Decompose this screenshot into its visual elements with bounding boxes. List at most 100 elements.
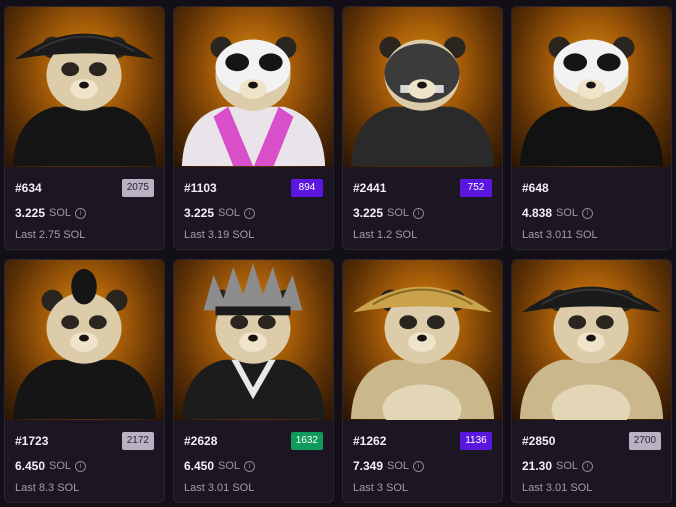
price-value: 21.30 xyxy=(522,459,553,473)
rarity-badge: 1632 xyxy=(290,432,323,450)
mask-spot xyxy=(258,53,283,72)
mask-spot xyxy=(563,53,588,72)
price-value: 3.225 xyxy=(15,206,46,220)
eye-patch-left xyxy=(61,315,80,330)
price-currency: SOL xyxy=(218,207,241,219)
info-icon[interactable]: i xyxy=(413,207,425,219)
info-icon[interactable]: i xyxy=(413,460,425,472)
nft-card[interactable]: #1723 2172 6.450 SOL i Last 8.3 SOL xyxy=(4,259,165,503)
price-currency: SOL xyxy=(49,207,72,219)
price-value: 3.225 xyxy=(353,206,384,220)
nft-card[interactable]: #634 2075 3.225 SOL i Last 2.75 SOL xyxy=(4,6,165,250)
nose-shape xyxy=(248,334,258,342)
nft-card[interactable]: #648 4.838 SOL i Last 3.011 SOL xyxy=(511,6,672,250)
nft-image[interactable] xyxy=(512,7,671,167)
nft-id: #2441 xyxy=(353,181,387,195)
last-sale: Last 3.01 SOL xyxy=(184,482,255,494)
nft-card[interactable]: #2850 2700 21.30 SOL i Last 3.01 SOL xyxy=(511,259,672,503)
eye-patch-left xyxy=(230,315,249,330)
eye-patch-left xyxy=(61,62,80,77)
price-row: 3.225 SOL i xyxy=(184,206,256,220)
price-value: 6.450 xyxy=(15,459,46,473)
nft-card[interactable]: #1103 894 3.225 SOL i Last 3.19 SOL xyxy=(173,6,334,250)
price-row: 7.349 SOL i xyxy=(353,459,425,473)
price-currency: SOL xyxy=(49,460,72,472)
outfit-shape xyxy=(12,359,157,420)
info-icon[interactable]: i xyxy=(244,460,256,472)
nft-id: #634 xyxy=(15,181,42,195)
nft-id: #2850 xyxy=(522,434,556,448)
nft-id: #2628 xyxy=(184,434,218,448)
outfit-shape xyxy=(350,106,495,167)
eye-patch-left xyxy=(568,315,587,330)
last-sale: Last 2.75 SOL xyxy=(15,229,86,241)
mask-spot xyxy=(225,53,250,72)
last-sale: Last 3.011 SOL xyxy=(522,229,598,241)
nose-shape xyxy=(417,334,427,342)
nose-shape xyxy=(586,334,596,342)
rarity-badge: 894 xyxy=(291,179,323,197)
price-value: 3.225 xyxy=(184,206,215,220)
last-sale: Last 3.19 SOL xyxy=(184,229,255,241)
last-sale: Last 3 SOL xyxy=(353,482,409,494)
nft-card[interactable]: #2628 1632 6.450 SOL i Last 3.01 SOL xyxy=(173,259,334,503)
topknot-hair xyxy=(71,268,97,305)
price-row: 6.450 SOL i xyxy=(15,459,87,473)
price-currency: SOL xyxy=(387,460,410,472)
last-sale: Last 8.3 SOL xyxy=(15,482,80,494)
nft-card[interactable]: #2441 752 3.225 SOL i Last 1.2 SOL xyxy=(342,6,503,250)
price-currency: SOL xyxy=(556,460,579,472)
price-row: 3.225 SOL i xyxy=(353,206,425,220)
outfit-shape xyxy=(519,106,664,167)
eye-patch-right xyxy=(426,315,445,330)
outfit-shape xyxy=(181,106,326,167)
info-icon[interactable]: i xyxy=(582,460,594,472)
eye-patch-right xyxy=(88,62,107,77)
price-value: 6.450 xyxy=(184,459,215,473)
headband xyxy=(215,306,291,316)
info-icon[interactable]: i xyxy=(75,207,87,219)
info-icon[interactable]: i xyxy=(75,460,87,472)
price-value: 7.349 xyxy=(353,459,384,473)
price-row: 21.30 SOL i xyxy=(522,459,594,473)
eye-patch-right xyxy=(595,315,614,330)
nft-image[interactable] xyxy=(5,7,164,167)
nft-image[interactable] xyxy=(343,7,502,167)
rarity-badge: 2172 xyxy=(121,432,154,450)
price-currency: SOL xyxy=(387,207,410,219)
nose-shape xyxy=(79,81,89,89)
info-icon[interactable]: i xyxy=(244,207,256,219)
nft-card[interactable]: #1262 1136 7.349 SOL i Last 3 SOL xyxy=(342,259,503,503)
nft-image[interactable] xyxy=(174,260,333,420)
nose-shape xyxy=(248,81,258,89)
eye-patch-right xyxy=(257,315,276,330)
price-row: 4.838 SOL i xyxy=(522,206,594,220)
rarity-badge: 2700 xyxy=(628,432,661,450)
outfit-shape xyxy=(12,106,157,167)
eye-patch-left xyxy=(399,315,418,330)
rarity-badge: 752 xyxy=(460,179,492,197)
nose-shape xyxy=(79,334,89,342)
nft-id: #1723 xyxy=(15,434,49,448)
rarity-badge: 1136 xyxy=(460,432,492,450)
nft-image[interactable] xyxy=(512,260,671,420)
eye-patch-right xyxy=(88,315,107,330)
nft-id: #1103 xyxy=(184,181,217,195)
price-row: 6.450 SOL i xyxy=(184,459,256,473)
spiky-hair xyxy=(203,262,303,311)
price-row: 3.225 SOL i xyxy=(15,206,87,220)
nft-grid: #634 2075 3.225 SOL i Last 2.75 SOL #110… xyxy=(4,6,672,503)
nose-shape xyxy=(417,81,427,89)
nft-image[interactable] xyxy=(343,260,502,420)
last-sale: Last 1.2 SOL xyxy=(353,229,418,241)
mask-spot xyxy=(596,53,621,72)
info-icon[interactable]: i xyxy=(582,207,594,219)
rarity-badge: 2075 xyxy=(121,179,154,197)
price-currency: SOL xyxy=(556,207,579,219)
last-sale: Last 3.01 SOL xyxy=(522,482,593,494)
nft-image[interactable] xyxy=(174,7,333,167)
nft-image[interactable] xyxy=(5,260,164,420)
price-value: 4.838 xyxy=(522,206,553,220)
nose-shape xyxy=(586,81,596,89)
nft-id: #1262 xyxy=(353,434,387,448)
